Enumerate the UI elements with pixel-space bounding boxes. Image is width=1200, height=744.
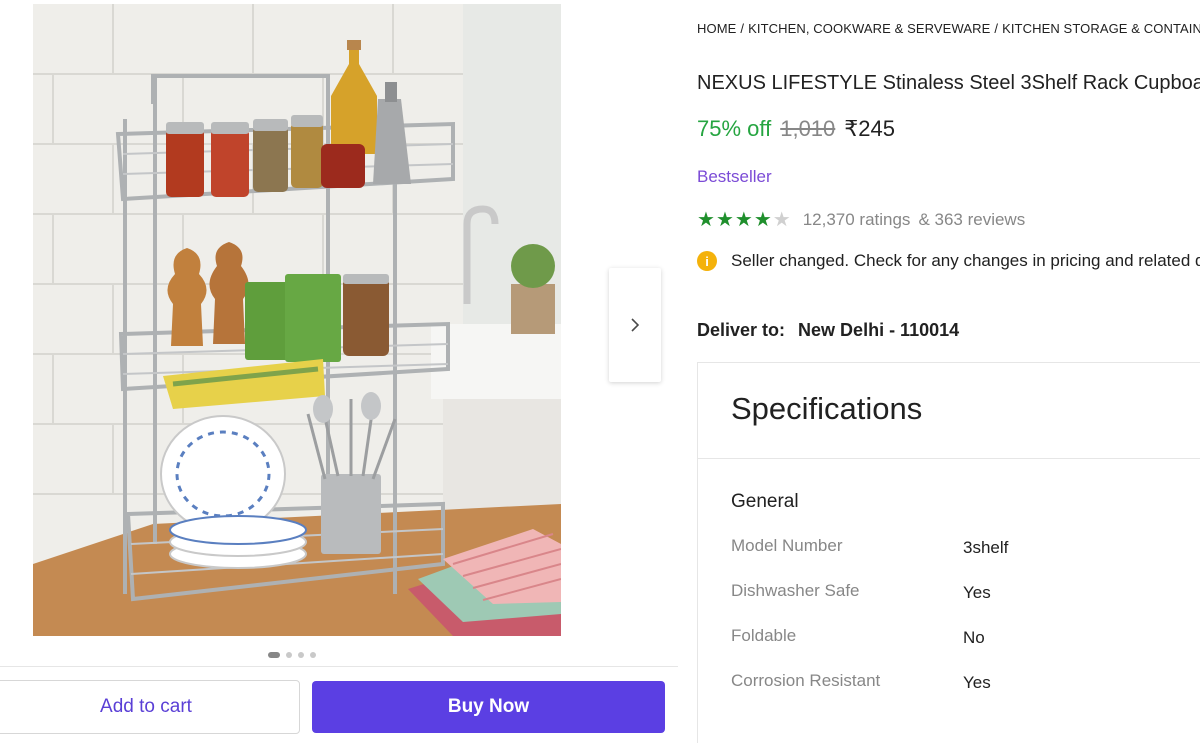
spec-value: 3shelf — [963, 538, 1009, 557]
ratings-count: 12,370 ratings — [802, 210, 911, 229]
breadcrumb-kitchen[interactable]: KITCHEN, COOKWARE & SERVEWARE — [748, 21, 990, 36]
next-image-button[interactable] — [609, 268, 661, 382]
product-title: NEXUS LIFESTYLE Stinaless Steel 3Shelf R… — [697, 72, 1200, 94]
carousel-dot[interactable] — [268, 652, 280, 658]
discount-label: 75% off — [697, 116, 772, 141]
star-icon: ★ — [772, 209, 791, 231]
spec-value: No — [963, 628, 985, 647]
spec-key: Foldable — [731, 626, 797, 645]
breadcrumb-home[interactable]: HOME — [697, 21, 736, 36]
breadcrumb-separator: / — [740, 21, 745, 36]
star-icon: ★ — [697, 209, 715, 231]
rating-stars: ★ ★ ★ ★ ★ — [697, 209, 791, 231]
spec-group-title: General — [731, 491, 799, 512]
carousel-dot[interactable] — [310, 652, 316, 658]
carousel-dot[interactable] — [298, 652, 304, 658]
product-gallery: Add to cart Buy Now — [0, 0, 678, 743]
carousel-dot[interactable] — [286, 652, 292, 658]
deliver-label: Deliver to: — [697, 320, 786, 340]
specifications-panel: Specifications General Model Number 3she… — [697, 362, 1200, 743]
seller-notice: i Seller changed. Check for any changes … — [697, 251, 1200, 271]
breadcrumb-separator: / — [994, 21, 999, 36]
add-to-cart-button[interactable]: Add to cart — [0, 680, 300, 734]
product-image[interactable] — [33, 4, 561, 636]
reviews-count: & 363 reviews — [918, 210, 1026, 229]
price-row: 75% off 1,010 ₹245 — [697, 116, 895, 142]
original-price: 1,010 — [780, 116, 836, 141]
selling-price: ₹245 — [844, 116, 895, 141]
spec-key: Corrosion Resistant — [731, 671, 881, 690]
specifications-title: Specifications — [731, 391, 923, 426]
deliver-location: New Delhi - 110014 — [798, 320, 960, 340]
spec-value: Yes — [963, 673, 991, 692]
breadcrumb-storage[interactable]: KITCHEN STORAGE & CONTAINERS — [1002, 21, 1200, 36]
spec-key: Dishwasher Safe — [731, 581, 860, 600]
action-bar: Add to cart Buy Now — [0, 666, 678, 744]
spec-key: Model Number — [731, 536, 843, 555]
image-carousel-dots — [268, 652, 316, 658]
breadcrumb: HOME / KITCHEN, COOKWARE & SERVEWARE / KITCH… — [697, 21, 1200, 36]
seller-notice-text: Seller changed. Check for any changes in… — [731, 251, 1200, 270]
star-icon: ★ — [734, 209, 753, 231]
star-icon: ★ — [715, 209, 734, 231]
info-icon: i — [697, 251, 717, 271]
buy-now-button[interactable]: Buy Now — [312, 681, 665, 733]
star-icon: ★ — [753, 209, 772, 231]
delivery-location[interactable]: Deliver to: New Delhi - 110014 — [697, 320, 959, 341]
rating-row[interactable]: ★ ★ ★ ★ ★ 12,370 ratings & 363 reviews — [697, 209, 1025, 231]
chevron-right-icon — [631, 318, 640, 332]
spec-value: Yes — [963, 583, 991, 602]
bestseller-badge: Bestseller — [697, 167, 772, 186]
product-info: HOME / KITCHEN, COOKWARE & SERVEWARE / KITCH… — [697, 0, 1200, 743]
rack-illustration — [33, 4, 561, 636]
